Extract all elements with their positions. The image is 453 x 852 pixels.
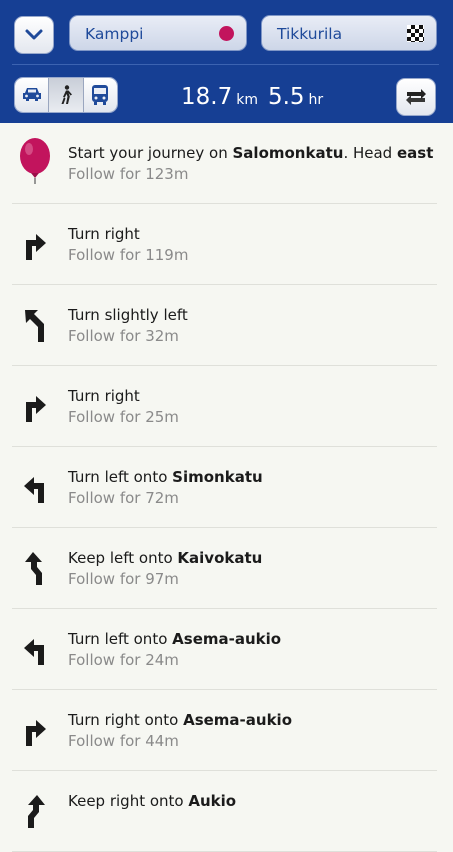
car-icon (22, 88, 41, 101)
step-text: Turn right onto (68, 711, 184, 729)
step-text: Turn left onto (68, 468, 173, 486)
mode-walk-button[interactable] (48, 78, 83, 112)
step-text: Keep right onto (68, 792, 189, 810)
step-distance: Follow for 72m (68, 489, 179, 507)
step-instruction: Turn right (68, 387, 140, 405)
step-distance: Follow for 44m (68, 732, 179, 750)
collapse-button[interactable] (14, 16, 54, 54)
checkered-flag-icon (407, 25, 424, 42)
swap-route-icon (406, 89, 426, 105)
step-distance: Follow for 123m (68, 165, 189, 183)
step-instruction: Turn slightly left (68, 306, 188, 324)
route-header: Kamppi Tikkurila 18.7 km 5.5 hr (0, 0, 453, 123)
step-instruction: Start your journey on Salomonkatu. Head … (68, 144, 433, 162)
direction-step[interactable]: Turn left onto Simonkatu Follow for 72m (12, 447, 437, 528)
destination-field[interactable]: Tikkurila (261, 15, 437, 51)
turn-right-icon (18, 710, 52, 750)
direction-step[interactable]: Turn right Follow for 25m (12, 366, 437, 447)
step-instruction: Keep right onto Aukio (68, 792, 236, 810)
direction-step[interactable]: Start your journey on Salomonkatu. Head … (12, 123, 437, 204)
step-instruction: Turn left onto Asema-aukio (68, 630, 281, 648)
mode-bus-button[interactable] (82, 78, 117, 112)
step-distance: Follow for 32m (68, 327, 179, 345)
start-pin-icon (18, 138, 52, 184)
step-distance: Follow for 24m (68, 651, 179, 669)
destination-value: Tikkurila (277, 25, 343, 43)
step-text: Keep left onto (68, 549, 178, 567)
direction-step[interactable]: Turn slightly left Follow for 32m (12, 285, 437, 366)
walking-person-icon (61, 85, 72, 104)
step-text: . Head (343, 144, 397, 162)
distance-value: 18.7 (181, 84, 233, 110)
step-distance: Follow for 119m (68, 246, 189, 264)
travel-mode-selector (14, 77, 118, 113)
turn-right-icon (18, 224, 52, 264)
step-heading: east (396, 144, 434, 162)
step-text: Turn slightly left (68, 306, 188, 324)
turn-left-icon (18, 629, 52, 669)
step-street-name: Asema-aukio (172, 630, 282, 648)
origin-field[interactable]: Kamppi (69, 15, 247, 51)
bus-icon (92, 85, 109, 105)
step-text: Start your journey on (68, 144, 233, 162)
keep-left-icon (18, 548, 52, 588)
step-text: Turn left onto (68, 630, 173, 648)
step-text: Turn right (68, 225, 140, 243)
direction-step[interactable]: Keep left onto Kaivokatu Follow for 97m (12, 528, 437, 609)
step-instruction: Turn right (68, 225, 140, 243)
direction-step[interactable]: Turn right onto Asema-aukio Follow for 44… (12, 690, 437, 771)
step-street-name: Kaivokatu (177, 549, 263, 567)
step-instruction: Keep left onto Kaivokatu (68, 549, 262, 567)
step-street-name: Simonkatu (172, 468, 263, 486)
step-instruction: Turn right onto Asema-aukio (68, 711, 292, 729)
mode-car-button[interactable] (15, 78, 49, 112)
step-distance: Follow for 25m (68, 408, 179, 426)
origin-value: Kamppi (85, 25, 144, 43)
step-instruction: Turn left onto Simonkatu (68, 468, 263, 486)
time-unit: hr (308, 92, 324, 108)
header-divider (12, 64, 439, 65)
direction-step[interactable]: Turn right Follow for 119m (12, 204, 437, 285)
origin-marker-icon (219, 26, 234, 41)
step-distance: Follow for 97m (68, 570, 179, 588)
step-street-name: Aukio (188, 792, 237, 810)
directions-list: Start your journey on Salomonkatu. Head … (0, 123, 453, 852)
chevron-down-icon (25, 29, 43, 40)
step-street-name: Asema-aukio (183, 711, 293, 729)
keep-right-icon (18, 791, 52, 831)
reverse-route-button[interactable] (396, 78, 436, 116)
step-street-name: Salomonkatu (232, 144, 344, 162)
turn-slight-left-icon (18, 305, 52, 345)
distance-unit: km (236, 92, 258, 108)
time-value: 5.5 (267, 84, 305, 110)
direction-step[interactable]: Keep right onto Aukio (12, 771, 437, 852)
step-text: Turn right (68, 387, 140, 405)
turn-left-icon (18, 467, 52, 507)
direction-step[interactable]: Turn left onto Asema-aukio Follow for 24m (12, 609, 437, 690)
route-summary: 18.7 km 5.5 hr (181, 84, 333, 110)
turn-right-icon (18, 386, 52, 426)
